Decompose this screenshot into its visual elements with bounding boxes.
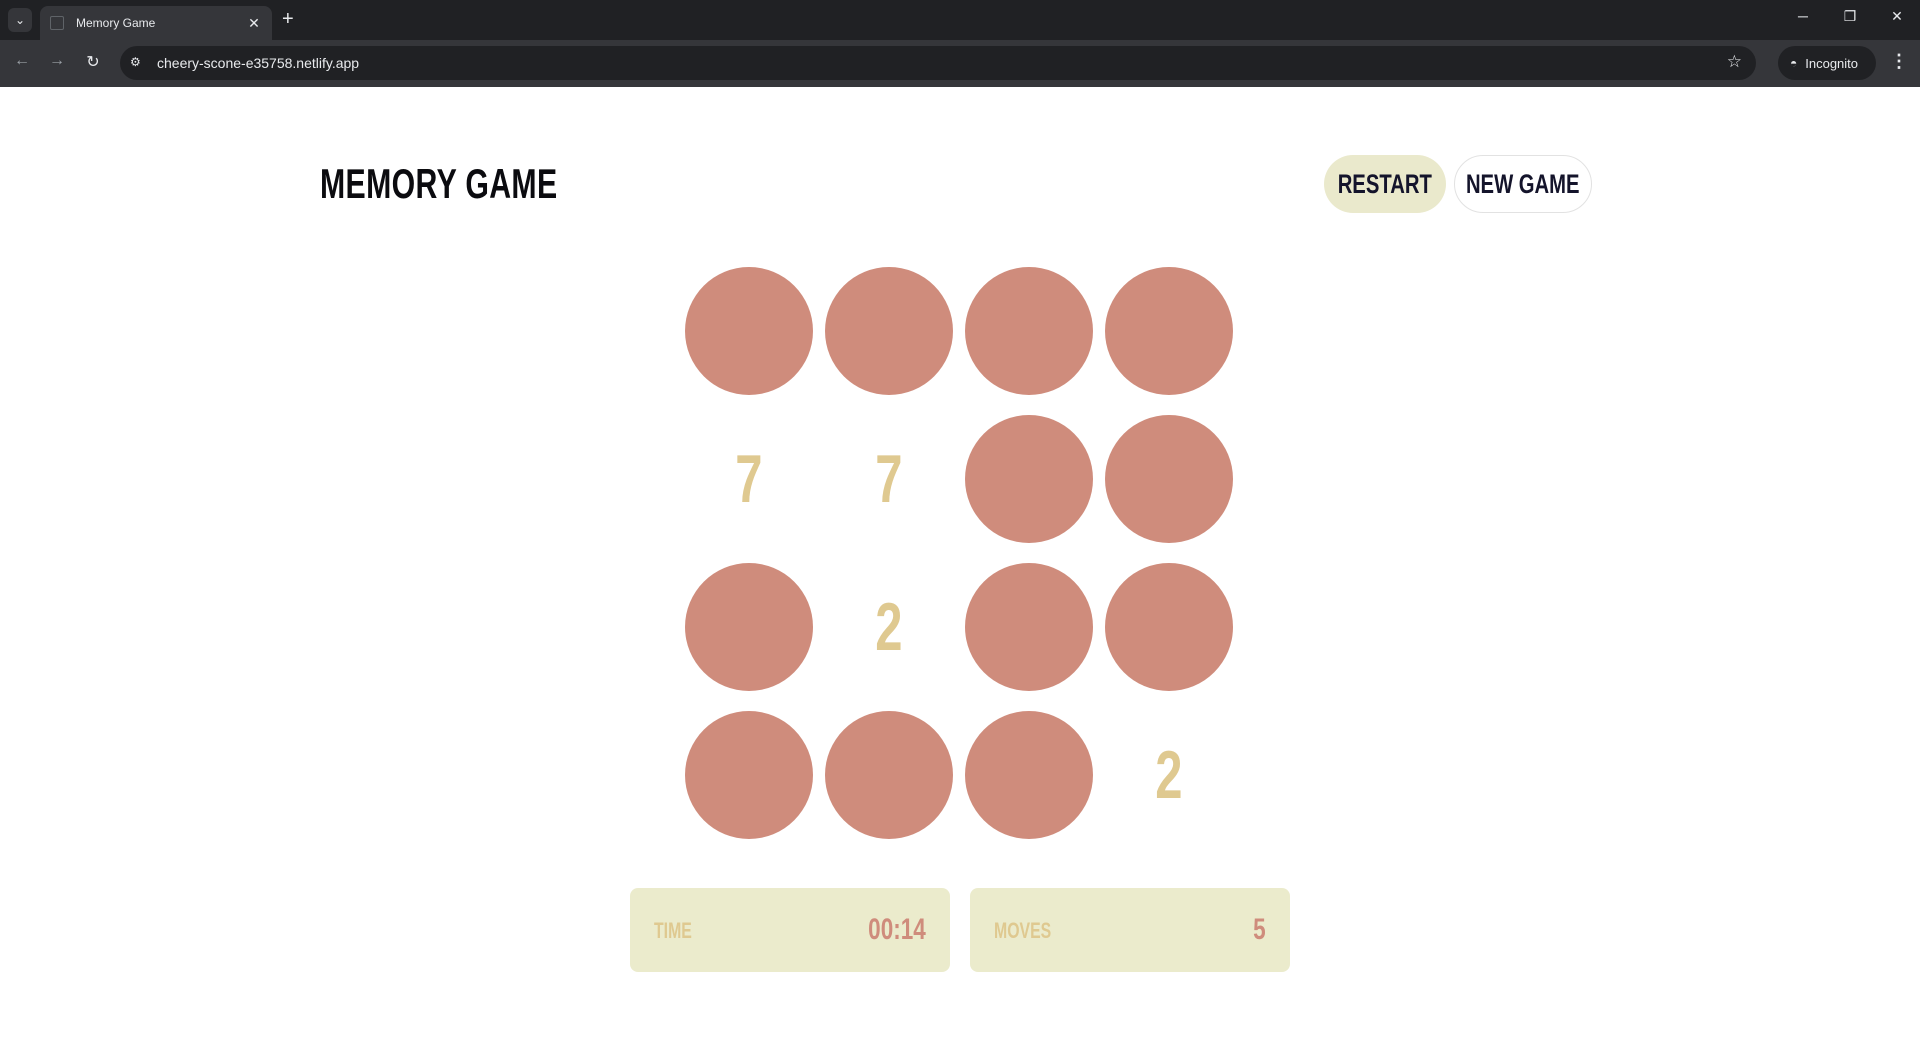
- new-tab-plus-icon[interactable]: +: [282, 9, 294, 29]
- new-game-button[interactable]: NEW GAME: [1454, 155, 1592, 213]
- game-title: MEMORY GAME: [320, 160, 558, 207]
- page-content: MEMORY GAME RESTART NEW GAME 7 7 2 2 TIME 0…: [0, 87, 1920, 1040]
- new-game-button-label: NEW GAME: [1466, 168, 1580, 199]
- hidden-tile[interactable]: [965, 711, 1093, 839]
- hidden-tile[interactable]: [965, 267, 1093, 395]
- time-label: TIME: [654, 918, 692, 943]
- page-favicon-icon: [50, 16, 64, 30]
- tab-search-chevron-icon[interactable]: ⌄: [8, 8, 32, 32]
- hidden-tile[interactable]: [825, 267, 953, 395]
- moves-label: MOVES: [994, 918, 1052, 943]
- game-board: 7 7 2 2: [685, 267, 1235, 857]
- revealed-tile: 2: [825, 563, 953, 691]
- time-value: 00:14: [868, 913, 926, 946]
- url-text[interactable]: cheery-scone-e35758.netlify.app: [157, 55, 359, 71]
- incognito-icon: ◓: [1790, 56, 1798, 70]
- moves-value: 5: [1253, 913, 1266, 946]
- revealed-tile: 7: [825, 415, 953, 543]
- tile-number: 2: [875, 589, 903, 665]
- moves-panel: MOVES 5: [970, 888, 1290, 972]
- revealed-tile: 2: [1105, 711, 1233, 839]
- back-arrow-icon[interactable]: ←: [11, 52, 33, 70]
- minimize-icon[interactable]: ─: [1791, 8, 1815, 24]
- hidden-tile[interactable]: [965, 563, 1093, 691]
- restart-button-label: RESTART: [1337, 168, 1433, 199]
- tile-number: 2: [1155, 737, 1183, 813]
- browser-menu-icon[interactable]: ⋮: [1890, 51, 1908, 72]
- browser-tab[interactable]: Memory Game ✕: [40, 6, 272, 40]
- hidden-tile[interactable]: [1105, 267, 1233, 395]
- hidden-tile[interactable]: [1105, 563, 1233, 691]
- hidden-tile[interactable]: [685, 711, 813, 839]
- hidden-tile[interactable]: [685, 267, 813, 395]
- hidden-tile[interactable]: [1105, 415, 1233, 543]
- incognito-badge[interactable]: ◓ Incognito: [1778, 46, 1876, 80]
- site-info-icon[interactable]: ⚙: [130, 55, 141, 69]
- hidden-tile[interactable]: [965, 415, 1093, 543]
- tile-number: 7: [875, 441, 903, 517]
- tile-number: 7: [735, 441, 763, 517]
- time-panel: TIME 00:14: [630, 888, 950, 972]
- restart-button[interactable]: RESTART: [1324, 155, 1446, 213]
- browser-tabstrip: ⌄ Memory Game ✕ + ─ ❐ ✕: [0, 0, 1920, 40]
- address-bar[interactable]: ⚙ cheery-scone-e35758.netlify.app ☆: [120, 46, 1756, 80]
- hidden-tile[interactable]: [685, 563, 813, 691]
- reload-icon[interactable]: ↻: [82, 52, 104, 72]
- restore-window-icon[interactable]: ❐: [1838, 8, 1862, 25]
- bookmark-star-icon[interactable]: ☆: [1727, 52, 1742, 72]
- close-window-icon[interactable]: ✕: [1885, 8, 1909, 25]
- incognito-label: Incognito: [1805, 55, 1859, 71]
- close-tab-icon[interactable]: ✕: [246, 15, 262, 32]
- hidden-tile[interactable]: [825, 711, 953, 839]
- tab-title: Memory Game: [76, 16, 156, 30]
- revealed-tile: 7: [685, 415, 813, 543]
- forward-arrow-icon[interactable]: →: [46, 52, 68, 70]
- browser-toolbar: ← → ↻ ⚙ cheery-scone-e35758.netlify.app …: [0, 40, 1920, 87]
